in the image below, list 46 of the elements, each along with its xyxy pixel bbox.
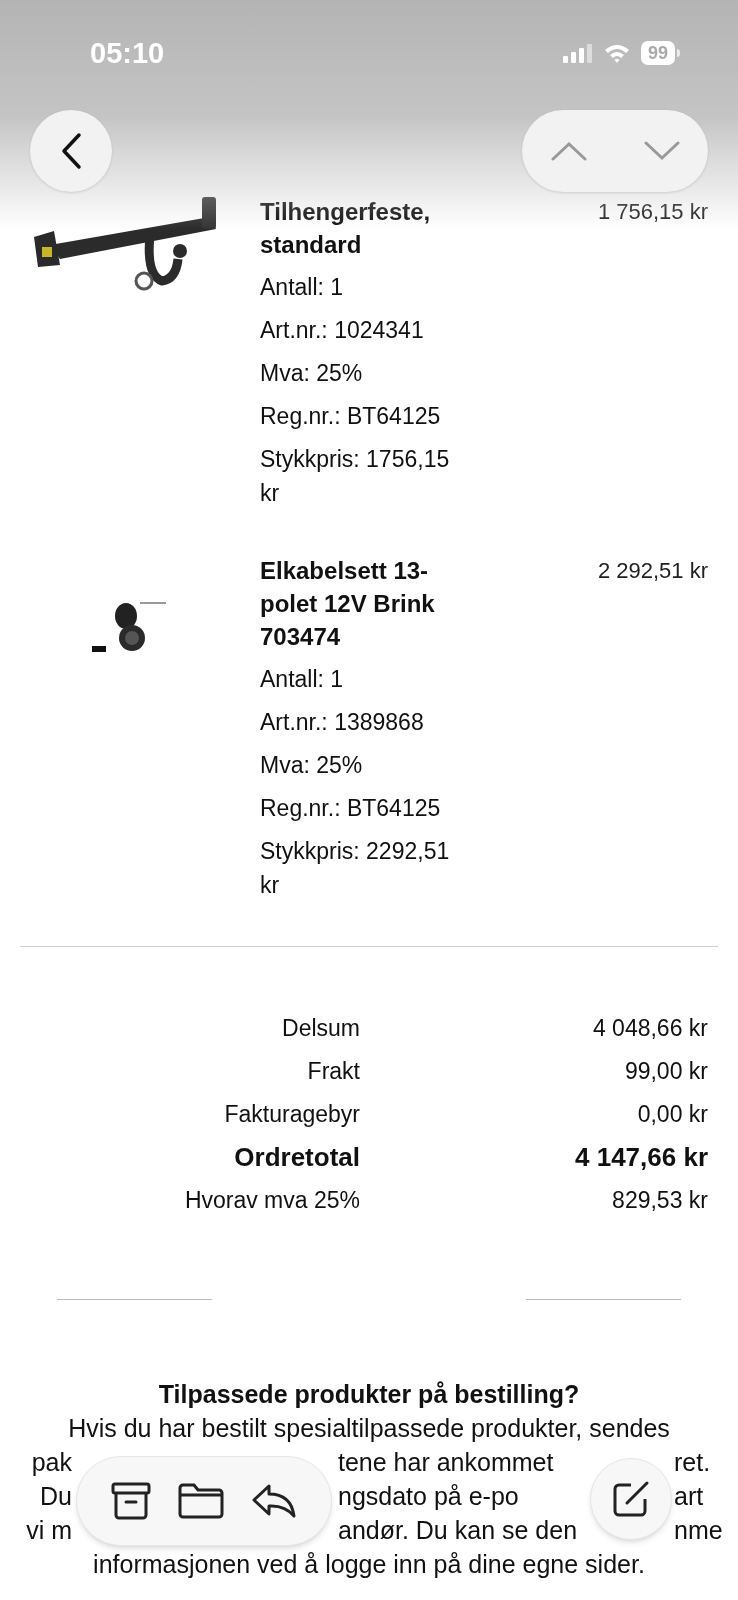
notice-text: ret. — [674, 1447, 711, 1478]
notice-text: Hvis du har bestilt spesialtilpassede produkter, sendes — [68, 1413, 670, 1444]
product-detail: Art.nr.: 1389868 — [260, 708, 425, 737]
archive-box-icon — [110, 1482, 151, 1520]
signal-icon — [562, 43, 593, 63]
total-label: Frakt — [306, 1057, 360, 1086]
product-price: 2 292,51 kr — [597, 557, 708, 585]
notice-text: informasjonen ved å logge inn på dine egne sider. — [93, 1549, 645, 1580]
folder-icon — [178, 1483, 224, 1519]
battery-level: 99 — [640, 41, 675, 65]
notice-text: nme — [674, 1515, 723, 1546]
total-label: Hvorav mva 25% — [183, 1186, 360, 1215]
back-icon — [60, 132, 82, 170]
product-detail: Stykkpris: 1756,15 kr — [260, 445, 451, 508]
total-label: Fakturagebyr — [223, 1100, 360, 1129]
product-detail: Reg.nr.: BT64125 — [260, 794, 442, 823]
product-detail: Mva: 25% — [260, 751, 364, 780]
total-label: Ordretotal — [233, 1141, 360, 1174]
total-label: Delsum — [281, 1014, 360, 1043]
product-detail: Stykkpris: 2292,51 kr — [260, 837, 451, 900]
product-detail: Mva: 25% — [260, 359, 364, 388]
chevron-down-icon — [643, 141, 680, 161]
product-detail: Antall: 1 — [260, 665, 345, 694]
notice-heading: Tilpassede produkter på bestilling? — [157, 1379, 581, 1410]
notice-text: art — [674, 1481, 704, 1512]
status-time: 05:10 — [90, 36, 165, 70]
total-value: 99,00 kr — [623, 1057, 708, 1086]
product-detail: Antall: 1 — [260, 273, 345, 302]
total-value: 4 048,66 kr — [591, 1014, 708, 1043]
compose-icon — [611, 1479, 651, 1519]
reply-arrow-icon — [251, 1483, 298, 1519]
product-price: 1 756,15 kr — [597, 198, 708, 226]
total-value: 4 147,66 kr — [574, 1141, 708, 1174]
product-detail: Reg.nr.: BT64125 — [260, 402, 442, 431]
product-detail: Art.nr.: 1024341 — [260, 316, 425, 345]
notice-text: ngsdato på e-po — [338, 1481, 519, 1512]
product-title: Tilhengerfeste, standard — [260, 197, 432, 260]
product-title: Elkabelsett 13-polet 12V Brink 703474 — [260, 556, 436, 652]
chevron-up-icon — [550, 141, 587, 161]
total-value: 829,53 kr — [611, 1186, 708, 1215]
notice-text: tene har ankommet — [338, 1447, 554, 1478]
notice-text: pak — [31, 1447, 72, 1478]
total-value: 0,00 kr — [636, 1100, 708, 1129]
notice-text: andør. Du kan se den — [338, 1515, 578, 1546]
notice-text: vi m — [26, 1515, 72, 1546]
notice-text: Du — [40, 1481, 72, 1512]
